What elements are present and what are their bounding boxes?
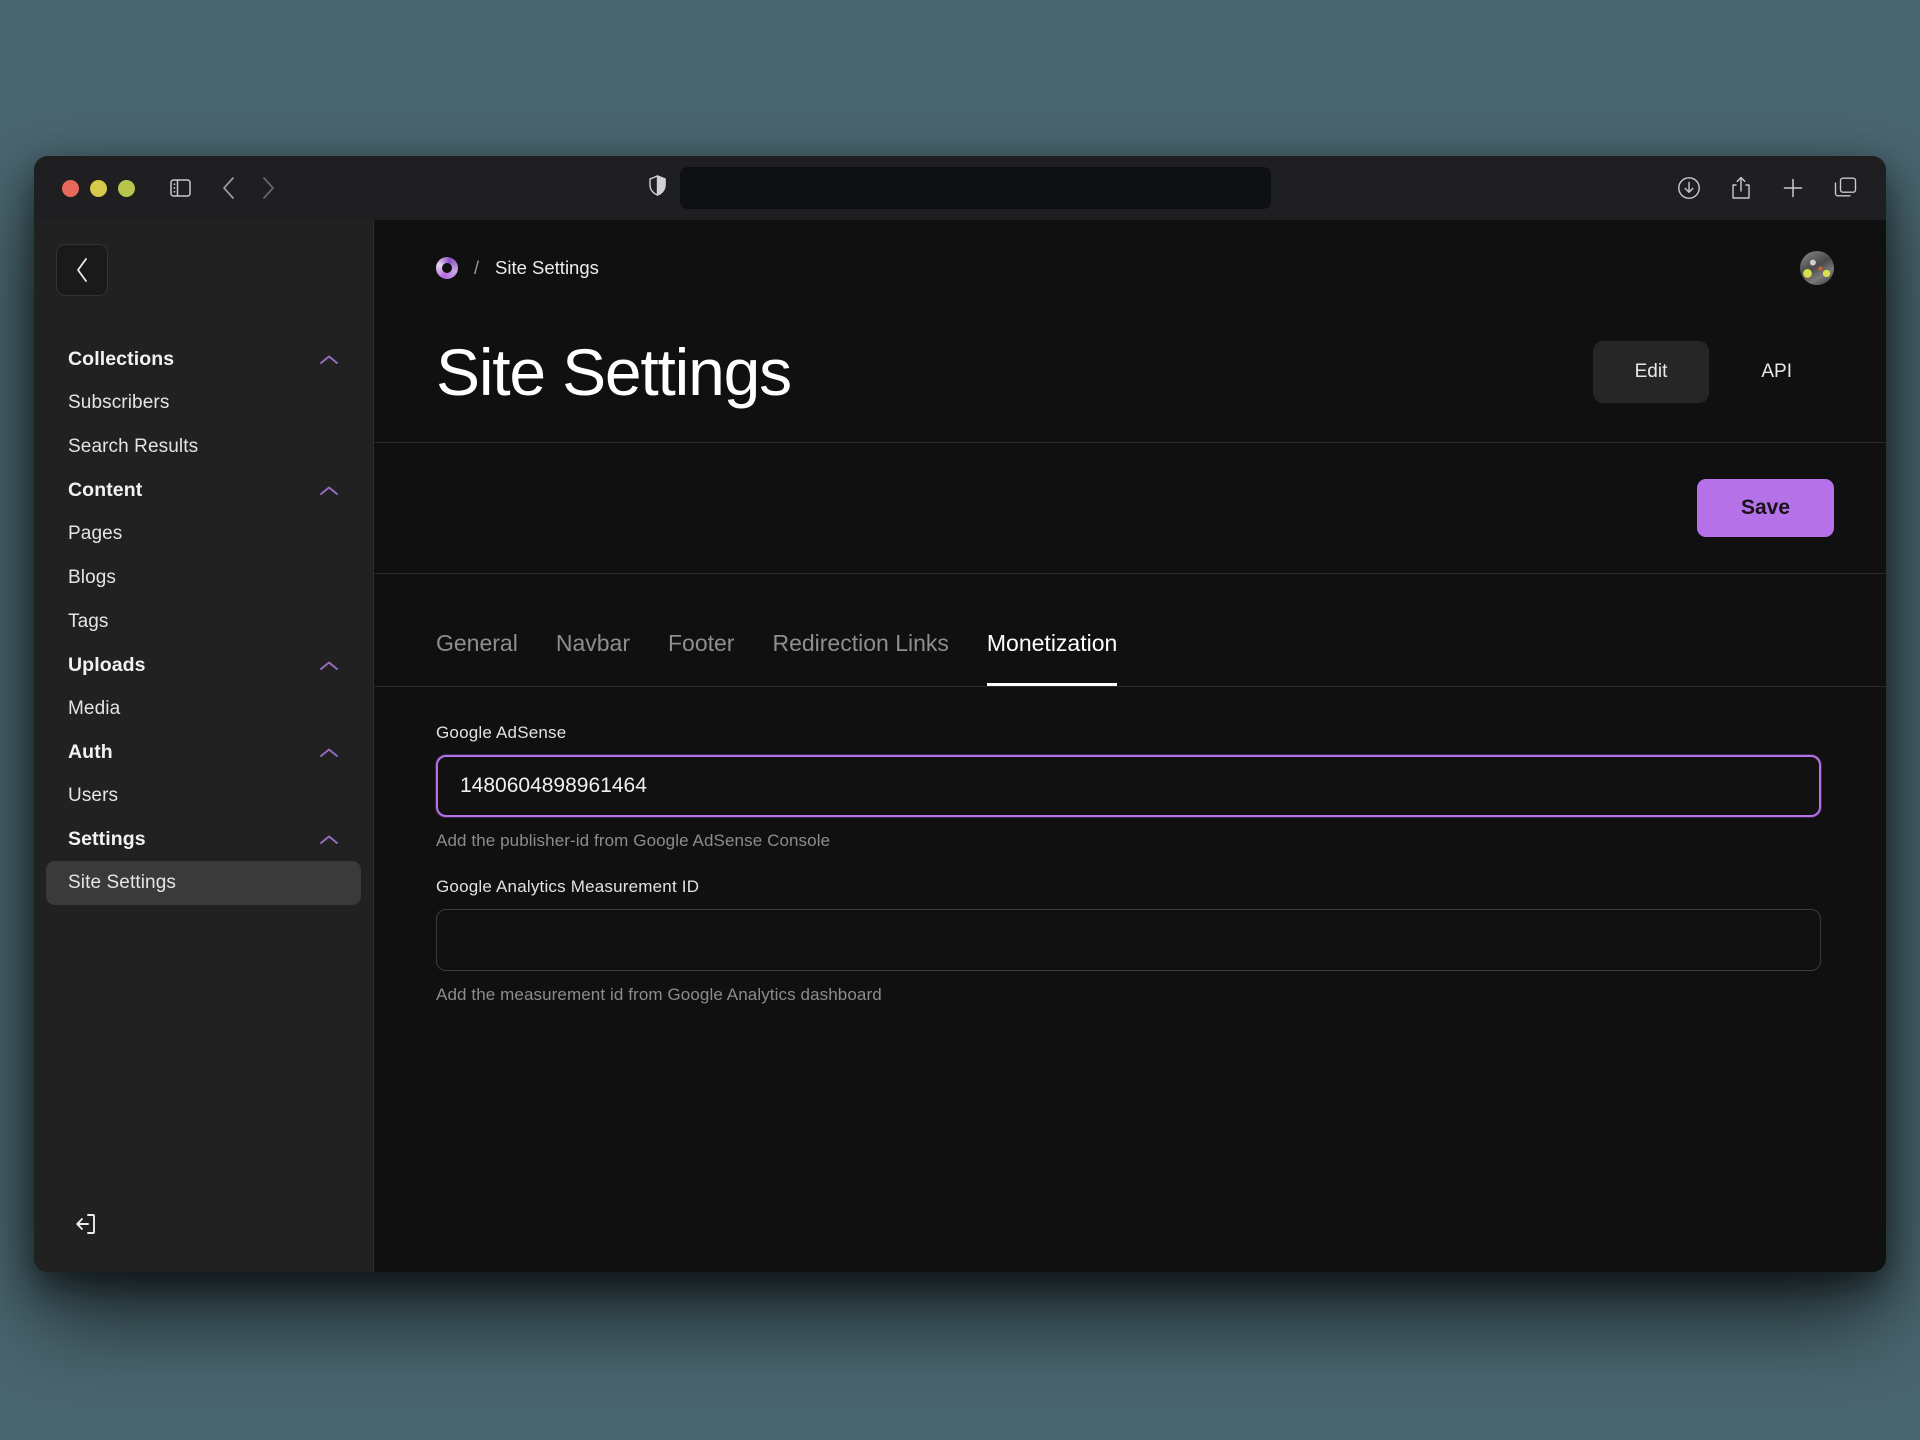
- field-help-text: Add the publisher-id from Google AdSense…: [436, 831, 831, 850]
- tab-overview-icon[interactable]: [1828, 171, 1862, 205]
- action-bar: Save: [374, 443, 1886, 573]
- chevron-up-icon[interactable]: [319, 834, 339, 846]
- sidebar-group-settings[interactable]: Settings: [46, 818, 361, 861]
- browser-nav-arrows: [211, 171, 285, 205]
- sidebar-item-users[interactable]: Users: [46, 774, 361, 818]
- sidebar-item-label: Search Results: [68, 436, 199, 457]
- sidebar-item-media[interactable]: Media: [46, 687, 361, 731]
- sidebar-group-label: Auth: [68, 741, 113, 763]
- share-icon[interactable]: [1724, 171, 1758, 205]
- tab-monetization[interactable]: Monetization: [986, 630, 1118, 686]
- shield-icon[interactable]: [649, 174, 666, 201]
- sidebar-collapse-button[interactable]: [56, 244, 108, 296]
- sidebar-item-site-settings[interactable]: Site Settings: [46, 861, 361, 905]
- form-field: Google Analytics Measurement ID Add the m…: [436, 877, 1824, 1005]
- sidebar-icon[interactable]: [163, 171, 197, 205]
- page-title: Site Settings: [436, 335, 792, 409]
- chevron-right-icon[interactable]: [251, 171, 285, 205]
- sidebar-item-pages[interactable]: Pages: [46, 512, 361, 556]
- sidebar: Collections Subscribers Search Results Cont…: [34, 220, 374, 1272]
- browser-toolbar: [34, 156, 1886, 220]
- field-help-text: Add the measurement id from Google Analy…: [436, 985, 882, 1004]
- sidebar-group-content[interactable]: Content: [46, 469, 361, 512]
- avatar[interactable]: [1800, 251, 1834, 285]
- field-input-google-adsense[interactable]: [436, 755, 1821, 817]
- page-header: Site Settings Edit API: [374, 292, 1886, 442]
- sidebar-group-label: Uploads: [68, 654, 146, 676]
- close-window-button[interactable]: [62, 179, 79, 197]
- chevron-left-icon[interactable]: [211, 171, 245, 205]
- tab-redirection-links[interactable]: Redirection Links: [772, 630, 948, 686]
- sidebar-item-label: Site Settings: [68, 872, 176, 893]
- sidebar-item-label: Tags: [68, 611, 109, 632]
- tab-navbar[interactable]: Navbar: [556, 630, 630, 686]
- sidebar-group-label: Settings: [68, 828, 146, 850]
- traffic-lights: [62, 179, 135, 197]
- browser-toolbar-right: [1672, 171, 1862, 205]
- main-content: / Site Settings Site Settings Edit API Sa…: [374, 220, 1886, 1272]
- save-button[interactable]: Save: [1696, 479, 1834, 537]
- settings-form: Google AdSense Add the publisher-id from …: [374, 687, 1886, 1272]
- url-input[interactable]: [680, 167, 1271, 209]
- sidebar-group-label: Content: [68, 479, 143, 501]
- url-bar-container: [649, 167, 1271, 209]
- sidebar-item-tags[interactable]: Tags: [46, 600, 361, 644]
- sidebar-footer: [34, 1206, 373, 1272]
- logout-icon[interactable]: [68, 1206, 104, 1242]
- chevron-up-icon[interactable]: [319, 747, 339, 759]
- chevron-up-icon[interactable]: [319, 660, 339, 672]
- sidebar-item-label: Blogs: [68, 567, 117, 588]
- breadcrumb-separator: /: [474, 257, 480, 278]
- sidebar-group-uploads[interactable]: Uploads: [46, 644, 361, 687]
- field-label: Google Analytics Measurement ID: [436, 877, 700, 896]
- settings-tabs: General Navbar Footer Redirection Links Mone…: [374, 574, 1886, 686]
- sidebar-group-collections[interactable]: Collections: [46, 338, 361, 381]
- sidebar-item-label: Media: [68, 698, 121, 719]
- browser-window: Collections Subscribers Search Results Cont…: [34, 156, 1886, 1272]
- sidebar-item-search-results[interactable]: Search Results: [46, 425, 361, 469]
- sidebar-nav: Collections Subscribers Search Results Cont…: [34, 338, 373, 1206]
- sidebar-item-label: Pages: [68, 523, 123, 544]
- sidebar-item-label: Users: [68, 785, 119, 806]
- sidebar-item-subscribers[interactable]: Subscribers: [46, 381, 361, 425]
- field-input-google-analytics-measurement-id[interactable]: [436, 909, 1821, 971]
- view-tab-api[interactable]: API: [1719, 341, 1834, 403]
- breadcrumb: / Site Settings: [374, 220, 1886, 292]
- tab-footer[interactable]: Footer: [668, 630, 734, 686]
- zoom-window-button[interactable]: [118, 179, 135, 197]
- minimize-window-button[interactable]: [90, 179, 107, 197]
- sidebar-item-blogs[interactable]: Blogs: [46, 556, 361, 600]
- field-label: Google AdSense: [436, 723, 567, 742]
- sidebar-group-auth[interactable]: Auth: [46, 731, 361, 774]
- view-tab-edit[interactable]: Edit: [1592, 341, 1710, 403]
- sidebar-group-label: Collections: [68, 348, 175, 370]
- form-field: Google AdSense Add the publisher-id from …: [436, 723, 1824, 851]
- breadcrumb-current[interactable]: Site Settings: [495, 257, 599, 279]
- view-tabs: Edit API: [1592, 341, 1834, 403]
- app-root: Collections Subscribers Search Results Cont…: [34, 220, 1886, 1272]
- sidebar-item-label: Subscribers: [68, 392, 170, 413]
- download-icon[interactable]: [1672, 171, 1706, 205]
- plus-icon[interactable]: [1776, 171, 1810, 205]
- chevron-up-icon[interactable]: [319, 354, 339, 366]
- chevron-up-icon[interactable]: [319, 485, 339, 497]
- tab-general[interactable]: General: [436, 630, 518, 686]
- brand-ring-icon[interactable]: [436, 257, 458, 279]
